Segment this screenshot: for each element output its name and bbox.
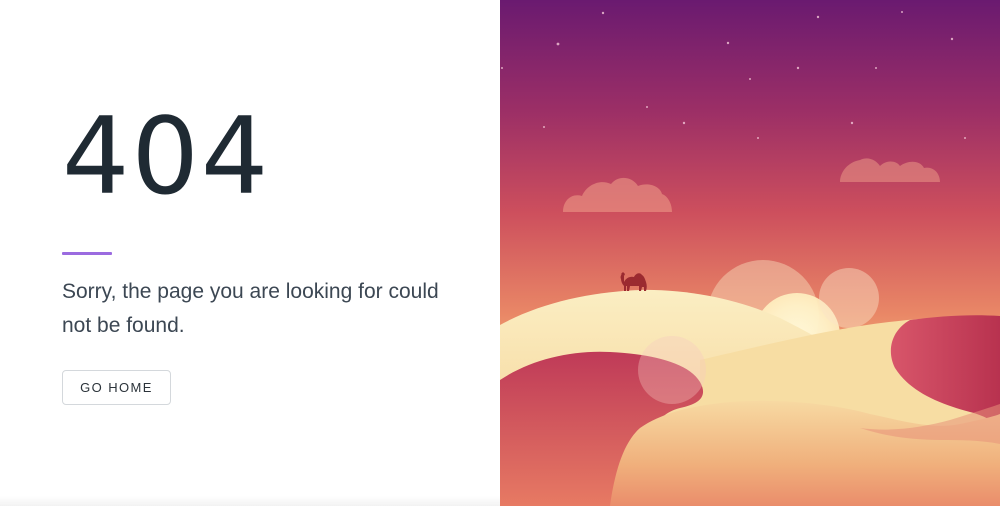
star-icon: [757, 137, 759, 139]
star-icon: [543, 126, 545, 128]
desert-illustration: [500, 0, 1000, 506]
star-icon: [850, 121, 854, 125]
star-icon: [601, 11, 605, 15]
star-icon: [901, 11, 903, 13]
error-code: 404: [62, 95, 271, 218]
star-icon: [682, 121, 686, 125]
accent-divider: [62, 252, 112, 255]
star-icon: [501, 67, 503, 69]
star-icon: [875, 67, 877, 69]
star-icon: [816, 15, 820, 19]
star-icon: [726, 41, 730, 45]
error-page: 404 Sorry, the page you are looking for …: [0, 0, 1000, 506]
go-home-button[interactable]: GO HOME: [62, 370, 171, 405]
star-icon: [950, 37, 954, 41]
star-icon: [796, 66, 800, 70]
content-panel: 404 Sorry, the page you are looking for …: [0, 0, 500, 506]
star-icon: [646, 106, 648, 108]
error-message: Sorry, the page you are looking for coul…: [62, 280, 439, 337]
star-icon: [556, 42, 560, 46]
star-icon: [749, 78, 751, 80]
sun-halo: [819, 268, 879, 328]
star-icon: [964, 137, 966, 139]
sun-halo: [638, 336, 706, 404]
